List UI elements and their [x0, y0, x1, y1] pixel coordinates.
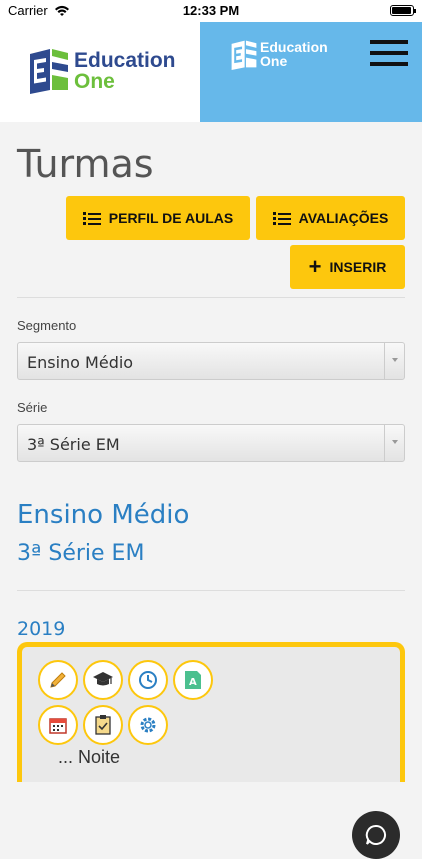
inserir-label: INSERIR: [329, 259, 387, 275]
page-title: Turmas: [17, 142, 154, 186]
hamburger-menu-icon[interactable]: [370, 40, 408, 68]
logo-line1: Education: [74, 49, 176, 72]
serie-label: Série: [17, 400, 48, 415]
segment-heading: Ensino Médio: [17, 500, 190, 530]
avaliacoes-button[interactable]: AVALIAÇÕES: [256, 196, 405, 240]
education-one-logo-icon: [30, 49, 68, 94]
pencil-icon[interactable]: [38, 660, 78, 700]
status-bar: Carrier 12:33 PM: [0, 0, 422, 22]
plus-icon: +: [308, 254, 322, 279]
logo-text: Education One: [74, 50, 176, 92]
chat-bubble-icon: [365, 824, 387, 845]
gear-icon[interactable]: [128, 705, 168, 745]
divider: [17, 297, 405, 298]
grade-a-icon[interactable]: A: [173, 660, 213, 700]
main-content: Turmas PERFIL DE AULAS AVALIAÇÕES + INSE…: [0, 122, 422, 859]
class-card: A ... Noite: [17, 642, 405, 782]
small-logo-text: Education One: [260, 40, 328, 68]
list-icon: [272, 212, 291, 225]
education-one-small-logo-icon: [231, 40, 257, 70]
list-icon: [82, 212, 101, 225]
perfil-de-aulas-label: PERFIL DE AULAS: [108, 210, 234, 226]
clipboard-check-icon[interactable]: [83, 705, 123, 745]
clock-icon[interactable]: [128, 660, 168, 700]
year-heading: 2019: [17, 618, 66, 640]
class-name[interactable]: ... Noite: [58, 747, 120, 768]
divider: [17, 590, 405, 591]
chevron-down-icon: [384, 343, 404, 379]
svg-text:A: A: [189, 677, 197, 688]
logo-line2: One: [74, 70, 115, 93]
inserir-button[interactable]: + INSERIR: [290, 245, 405, 289]
segmento-value: Ensino Médio: [27, 353, 134, 372]
serie-value: 3ª Série EM: [27, 435, 120, 454]
chat-button[interactable]: [352, 811, 400, 859]
segmento-select[interactable]: Ensino Médio: [17, 342, 405, 380]
battery-icon: [390, 5, 416, 16]
header-logo-area[interactable]: Education One: [0, 22, 200, 122]
app-header: Education One Education One: [0, 22, 422, 122]
segmento-label: Segmento: [17, 318, 77, 333]
avaliacoes-label: AVALIAÇÕES: [298, 210, 389, 226]
serie-heading: 3ª Série EM: [17, 541, 145, 566]
small-logo-line1: Education: [260, 39, 328, 55]
perfil-de-aulas-button[interactable]: PERFIL DE AULAS: [66, 196, 250, 240]
graduation-cap-icon[interactable]: [83, 660, 123, 700]
calendar-icon[interactable]: [38, 705, 78, 745]
small-logo-line2: One: [260, 53, 288, 69]
chevron-down-icon: [384, 425, 404, 461]
serie-select[interactable]: 3ª Série EM: [17, 424, 405, 462]
header-menu-area: Education One: [200, 22, 422, 122]
status-time: 12:33 PM: [182, 3, 240, 18]
